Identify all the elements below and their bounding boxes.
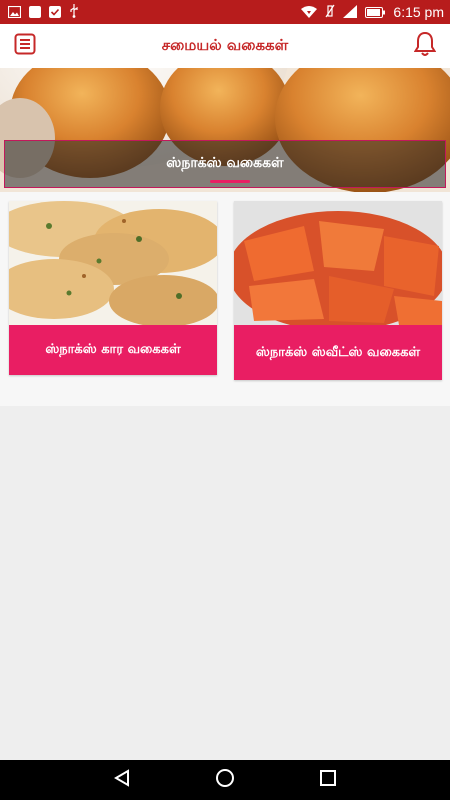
back-button[interactable] <box>102 760 142 800</box>
status-right: 6:15 pm <box>301 3 444 22</box>
category-card-sweets[interactable]: ஸ்நாக்ஸ் ஸ்வீட்ஸ் வகைகள் <box>234 201 442 380</box>
banner-carousel[interactable]: ஸ்நாக்ஸ் வகைகள் <box>0 68 450 192</box>
card-image-sweets <box>234 201 442 325</box>
recents-icon <box>319 769 337 791</box>
carousel-indicator <box>210 180 250 183</box>
image-icon <box>7 3 22 22</box>
category-grid: ஸ்நாக்ஸ் கார வகைகள் ஸ்நாக்ஸ் ஸ்வீட்ஸ் வக… <box>0 192 450 406</box>
category-card-savory[interactable]: ஸ்நாக்ஸ் கார வகைகள் <box>9 201 217 375</box>
menu-icon <box>14 33 36 59</box>
status-bar: 6:15 pm <box>0 0 450 24</box>
card-label-sweets: ஸ்நாக்ஸ் ஸ்வீட்ஸ் வகைகள் <box>234 325 442 380</box>
banner-title: ஸ்நாக்ஸ் வகைகள் <box>166 155 284 171</box>
wifi-icon <box>301 3 318 22</box>
back-icon <box>112 768 132 792</box>
banner-caption: ஸ்நாக்ஸ் வகைகள் <box>4 140 446 188</box>
signal-icon <box>343 3 358 22</box>
notifications-button[interactable] <box>413 31 437 61</box>
card-image-savory <box>9 201 217 325</box>
usb-icon <box>69 3 79 22</box>
status-time: 6:15 pm <box>393 4 444 20</box>
bell-icon <box>413 31 437 61</box>
mute-icon <box>325 3 335 22</box>
home-icon <box>215 768 235 792</box>
navigation-bar <box>0 760 450 800</box>
card-label-savory: ஸ்நாக்ஸ் கார வகைகள் <box>9 325 217 375</box>
check-icon <box>49 3 61 22</box>
recents-button[interactable] <box>308 760 348 800</box>
status-left <box>7 3 79 22</box>
menu-button[interactable] <box>14 33 36 59</box>
page-title: சமையல் வகைகள் <box>161 36 289 54</box>
home-button[interactable] <box>205 760 245 800</box>
battery-icon <box>365 3 386 22</box>
app-bar: சமையல் வகைகள் <box>0 24 450 68</box>
notification-icon <box>29 6 41 18</box>
